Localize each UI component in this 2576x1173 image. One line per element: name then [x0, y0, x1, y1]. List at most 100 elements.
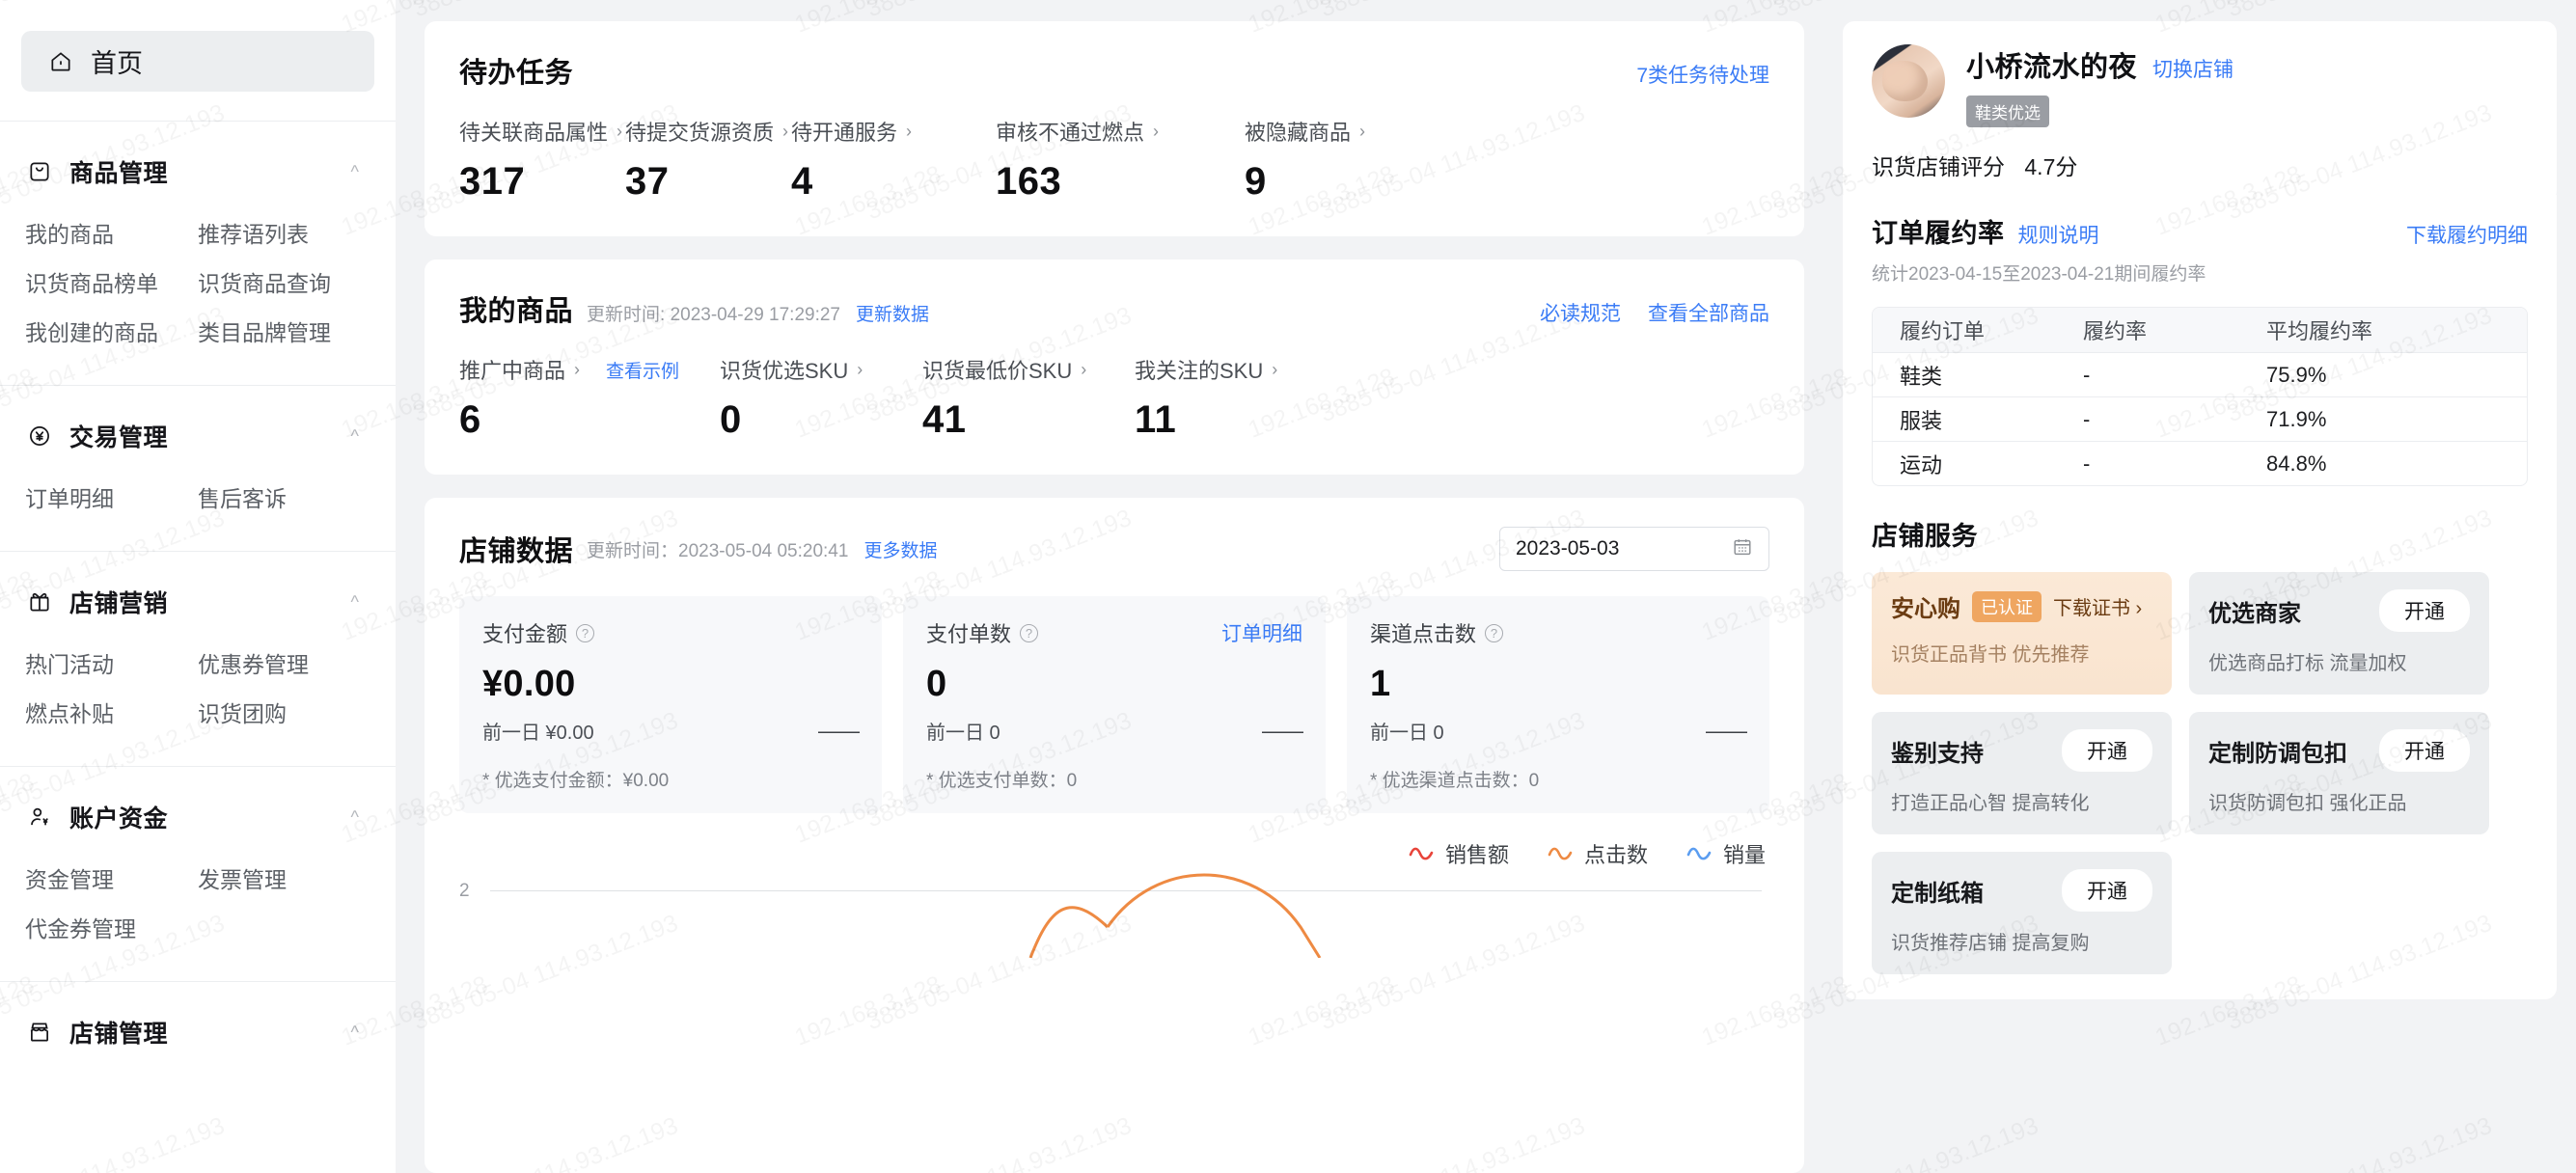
chart-legend: 销售额 点击数 销量: [425, 813, 1804, 869]
fulfillment-note: 统计2023-04-15至2023-04-21期间履约率: [1872, 264, 2206, 285]
service-enable-button[interactable]: 开通: [2062, 869, 2152, 912]
sidebar-item-category-brand[interactable]: 类目品牌管理: [198, 309, 370, 358]
cell-category: 鞋类: [1900, 364, 1943, 389]
sidebar-item-goods-query[interactable]: 识货商品查询: [198, 259, 370, 309]
legend-item-clicks[interactable]: 点击数: [1548, 838, 1648, 869]
question-icon[interactable]: ?: [576, 623, 595, 642]
sidebar-item-coupon-manage[interactable]: 优惠券管理: [198, 641, 370, 690]
sidebar-item-voucher-manage[interactable]: 代金券管理: [25, 905, 198, 954]
stat-payment-amount: 支付金额 ? ¥0.00 前一日 ¥0.00 —— * 优选支付金额：¥0.00: [459, 596, 882, 813]
chevron-right-icon: ›: [1081, 359, 1087, 379]
sidebar-item-burn-subsidy[interactable]: 燃点补贴: [25, 690, 198, 739]
service-card-preferred-merchant[interactable]: 优选商家 开通 优选商品打标 流量加权: [2189, 572, 2489, 695]
goods-item-lowest-price-sku[interactable]: 识货最低价SKU › 41: [922, 354, 1135, 442]
date-picker[interactable]: 2023-05-03: [1499, 527, 1769, 571]
todo-item-supply-qualification[interactable]: 待提交货源资质 › 37: [625, 116, 791, 204]
sidebar-item-recommend-list[interactable]: 推荐语列表: [198, 210, 370, 259]
column-header: 平均履约率: [2266, 319, 2373, 343]
switch-shop-link[interactable]: 切换店铺: [2152, 54, 2233, 83]
goods-item-promoting[interactable]: 推广中商品 › 查看示例 6: [459, 354, 720, 442]
todo-item-hidden-goods[interactable]: 被隐藏商品 › 9: [1245, 116, 1418, 204]
sidebar-item-invoice-manage[interactable]: 发票管理: [198, 856, 370, 905]
sidebar-item-fund-manage[interactable]: 资金管理: [25, 856, 198, 905]
question-icon[interactable]: ?: [1485, 623, 1504, 642]
sidebar-group-header[interactable]: 店铺管理 ^: [0, 1015, 396, 1050]
fulfillment-download-link[interactable]: 下载履约明细: [2406, 220, 2528, 249]
todo-item-open-service[interactable]: 待开通服务 › 4: [791, 116, 996, 204]
service-card-anti-swap-buckle[interactable]: 定制防调包扣 开通 识货防调包扣 强化正品: [2189, 712, 2489, 834]
todo-pending-link[interactable]: 7类任务待处理: [1636, 60, 1769, 89]
order-detail-link[interactable]: 订单明细: [1221, 618, 1302, 647]
goods-refresh-link[interactable]: 更新数据: [856, 300, 929, 326]
goods-update-time: 更新时间: 2023-04-29 17:29:27: [587, 305, 841, 325]
service-desc: 识货推荐店铺 提高复购: [1891, 933, 2090, 954]
sidebar-item-home[interactable]: 首页: [21, 31, 374, 92]
sidebar-group-header[interactable]: 商品管理 ^: [0, 154, 396, 189]
sidebar-links: 热门活动 优惠券管理 燃点补贴 识货团购: [0, 641, 396, 739]
goods-rules-link[interactable]: 必读规范: [1540, 298, 1621, 327]
sidebar-group-title: 店铺营销: [69, 590, 169, 617]
goods-item-followed-sku[interactable]: 我关注的SKU › 11: [1135, 354, 1347, 442]
sidebar-item-group-buy[interactable]: 识货团购: [198, 690, 370, 739]
table-row: 服装 - 71.9%: [1873, 396, 2527, 441]
todo-item-rejected[interactable]: 审核不通过燃点 › 163: [996, 116, 1245, 204]
store-data-title: 店铺数据: [459, 536, 574, 567]
todo-item-attribute[interactable]: 待关联商品属性 › 317: [459, 116, 625, 204]
service-enable-button[interactable]: 开通: [2062, 729, 2152, 772]
avatar[interactable]: [1872, 44, 1945, 118]
goods-item-preferred-sku[interactable]: 识货优选SKU › 0: [720, 354, 922, 442]
sidebar-item-my-goods[interactable]: 我的商品: [25, 210, 198, 259]
wave-icon: [1548, 847, 1573, 860]
cell-category: 服装: [1900, 408, 1943, 433]
status-badge: 鞋类优选: [1966, 95, 2049, 127]
chevron-up-icon[interactable]: ^: [351, 1023, 359, 1041]
sidebar-item-after-sale[interactable]: 售后客诉: [198, 475, 370, 524]
chevron-up-icon[interactable]: ^: [351, 163, 359, 180]
sidebar-item-goods-rank[interactable]: 识货商品榜单: [25, 259, 198, 309]
store-data-more-link[interactable]: 更多数据: [863, 536, 937, 562]
fulfillment-title: 订单履约率: [1872, 219, 2005, 248]
legend-label: 销售额: [1444, 843, 1509, 867]
chevron-right-icon: ›: [1153, 121, 1160, 141]
chevron-right-icon: ›: [617, 121, 623, 141]
download-certificate-link[interactable]: 下载证书 ›: [2053, 592, 2142, 620]
shop-icon: [25, 1018, 54, 1047]
user-yuan-icon: [25, 803, 54, 832]
chevron-up-icon[interactable]: ^: [351, 427, 359, 445]
question-icon[interactable]: ?: [1020, 623, 1039, 642]
sidebar-group-header[interactable]: 账户资金 ^: [0, 800, 396, 834]
goods-view-sample-link[interactable]: 查看示例: [606, 357, 679, 383]
sidebar-group-header[interactable]: 交易管理 ^: [0, 419, 396, 453]
todo-item-label: 待提交货源资质: [625, 121, 775, 145]
stat-previous: 前一日 0: [1370, 723, 1444, 744]
sidebar-item-created-goods[interactable]: 我创建的商品: [25, 309, 198, 358]
sidebar-group-title: 交易管理: [69, 424, 169, 451]
sidebar-group-goods: 商品管理 ^ 我的商品 推荐语列表 识货商品榜单 识货商品查询 我创建的商品 类…: [0, 122, 396, 386]
service-enable-button[interactable]: 开通: [2379, 589, 2470, 632]
stat-label: 支付金额: [482, 622, 568, 646]
goods-item-value: 6: [459, 398, 481, 441]
service-card-custom-carton[interactable]: 定制纸箱 开通 识货推荐店铺 提高复购: [1872, 852, 2172, 974]
service-card-anxingou[interactable]: 安心购 已认证 下载证书 › 识货正品背书 优先推荐: [1872, 572, 2172, 695]
chevron-right-icon: ›: [857, 359, 863, 379]
sidebar-item-hot-activity[interactable]: 热门活动: [25, 641, 198, 690]
sidebar-item-order-detail[interactable]: 订单明细: [25, 475, 198, 524]
chevron-up-icon[interactable]: ^: [351, 808, 359, 826]
stat-note: * 优选支付金额：¥0.00: [482, 771, 670, 791]
cell-avg-rate: 71.9%: [2266, 406, 2327, 431]
sidebar-group-title: 账户资金: [69, 805, 169, 832]
goods-view-all-link[interactable]: 查看全部商品: [1648, 298, 1769, 327]
goods-item-label: 我关注的SKU: [1135, 359, 1264, 383]
service-enable-button[interactable]: 开通: [2379, 729, 2470, 772]
goods-item-value: 11: [1135, 398, 1177, 441]
fulfillment-rule-link[interactable]: 规则说明: [2018, 220, 2099, 249]
legend-item-volume[interactable]: 销量: [1686, 838, 1766, 869]
legend-item-sales[interactable]: 销售额: [1409, 838, 1509, 869]
service-card-identification-support[interactable]: 鉴别支持 开通 打造正品心智 提高转化: [1872, 712, 2172, 834]
chevron-up-icon[interactable]: ^: [351, 593, 359, 611]
sidebar-group-header[interactable]: 店铺营销 ^: [0, 585, 396, 619]
goods-metrics: 推广中商品 › 查看示例 6 识货优选SKU › 0 识货最低价SKU › 41 我…: [425, 329, 1804, 475]
sidebar: 首页 商品管理 ^ 我的商品 推荐语列表 识货商品榜单 识货商品查询 我创建的商…: [0, 0, 396, 1173]
goods-item-label: 识货优选SKU: [720, 359, 849, 383]
column-header: 履约率: [2083, 319, 2148, 343]
